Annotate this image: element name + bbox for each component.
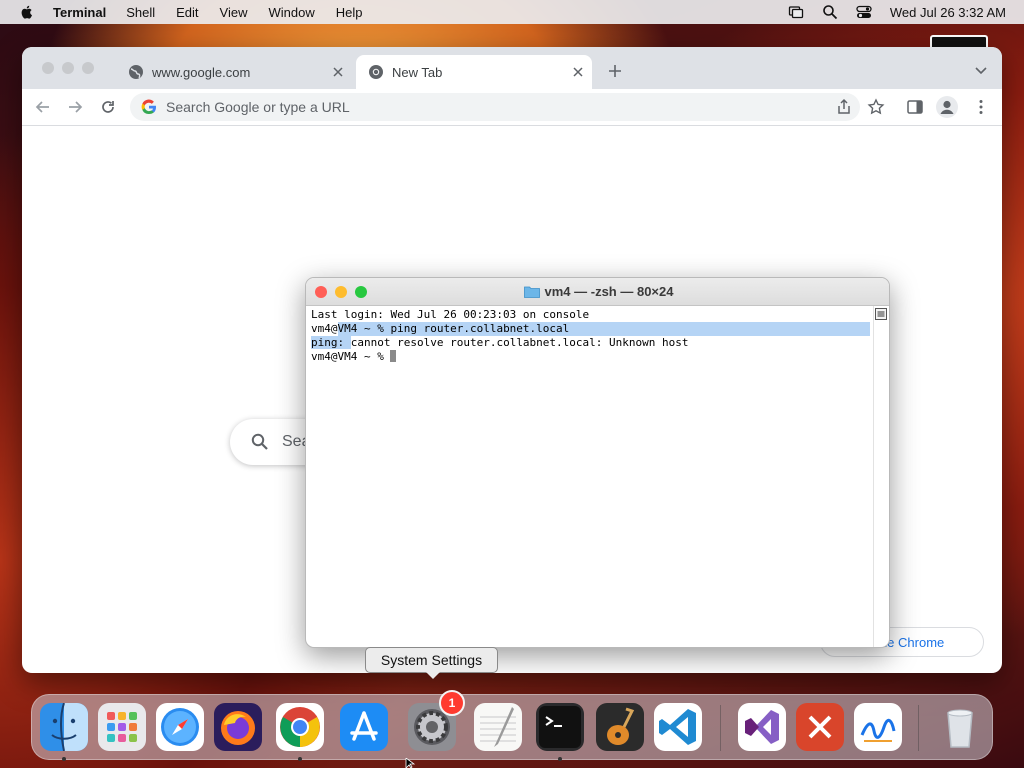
running-indicator: [298, 757, 302, 761]
terminal-text: cannot resolve router.collabnet.local: U…: [350, 336, 689, 349]
mouse-cursor-icon: [405, 758, 415, 768]
menu-bar: Terminal Shell Edit View Window Help Wed…: [0, 0, 1024, 24]
screen-mirroring-icon[interactable]: [788, 4, 804, 20]
google-g-icon: [141, 99, 156, 115]
control-center-icon[interactable]: [856, 4, 872, 20]
terminal-minimize-button[interactable]: [335, 286, 347, 298]
menu-clock[interactable]: Wed Jul 26 3:32 AM: [890, 5, 1006, 20]
folder-icon: [523, 286, 540, 298]
dock-launchpad-icon[interactable]: [98, 703, 146, 751]
back-arrow-icon[interactable]: [34, 98, 52, 116]
tab-label: www.google.com: [152, 64, 251, 80]
profile-avatar[interactable]: [936, 96, 958, 118]
dock-chrome-icon[interactable]: [276, 703, 324, 751]
dock-finder-icon[interactable]: [40, 703, 88, 751]
share-icon[interactable]: [835, 98, 853, 116]
terminal-close-button[interactable]: [315, 286, 327, 298]
terminal-line: ping: cannot resolve router.collabnet.lo…: [311, 336, 871, 350]
menu-help[interactable]: Help: [336, 5, 363, 20]
apple-menu-icon[interactable]: [19, 4, 35, 20]
new-tab-plus-icon[interactable]: [607, 63, 623, 79]
terminal-window-controls: [315, 286, 367, 298]
badge-count: 1: [448, 696, 456, 710]
terminal-title: vm4 — -zsh — 80×24: [544, 284, 674, 299]
reload-icon[interactable]: [99, 98, 117, 116]
forward-arrow-icon[interactable]: [66, 98, 84, 116]
terminal-prompt: vm4@VM4 ~ %: [311, 350, 391, 363]
menu-app-name[interactable]: Terminal: [53, 5, 106, 20]
terminal-zoom-button[interactable]: [355, 286, 367, 298]
profile-person-icon: [940, 100, 954, 114]
terminal-selected-text: VM4 ~ % ping router.collabnet.local: [337, 322, 870, 336]
chrome-favicon-icon: [369, 65, 383, 79]
chrome-menu-kebab-icon[interactable]: [972, 98, 990, 116]
dock-terminal-icon[interactable]: [536, 703, 584, 751]
side-panel-icon[interactable]: [906, 98, 924, 116]
menu-edit[interactable]: Edit: [176, 5, 198, 20]
dock-separator: [720, 705, 721, 751]
omnibox-input[interactable]: [166, 99, 806, 115]
dock-tooltip: System Settings: [365, 647, 498, 679]
tab-search-chevron-icon[interactable]: [974, 65, 988, 75]
bookmark-star-icon[interactable]: [867, 98, 885, 116]
dock-app-store-icon[interactable]: [340, 703, 388, 751]
dock-remote-desktop-icon[interactable]: [796, 703, 844, 751]
dock-safari-icon[interactable]: [156, 703, 204, 751]
menu-view[interactable]: View: [220, 5, 248, 20]
menu-window[interactable]: Window: [269, 5, 315, 20]
dock-firefox-icon[interactable]: [214, 703, 262, 751]
tab-new-tab[interactable]: New Tab: [356, 55, 592, 89]
omnibox[interactable]: [130, 93, 860, 121]
terminal-line: vm4@VM4 ~ % ping router.collabnet.local: [311, 322, 871, 336]
terminal-titlebar[interactable]: vm4 — -zsh — 80×24: [306, 278, 889, 306]
chrome-toolbar: [22, 89, 1002, 126]
terminal-cursor: [390, 350, 397, 362]
notification-badge: 1: [439, 690, 465, 716]
terminal-window: vm4 — -zsh — 80×24 Last login: Wed Jul 2…: [305, 277, 890, 648]
running-indicator: [62, 757, 66, 761]
dock-tooltip-label: System Settings: [380, 652, 483, 668]
chrome-zoom-button[interactable]: [82, 62, 94, 74]
tab-close-icon[interactable]: [330, 64, 346, 80]
terminal-scroll-track[interactable]: [873, 306, 889, 647]
tab-google[interactable]: www.google.com: [116, 55, 352, 89]
dock: [31, 694, 993, 761]
terminal-line: vm4@VM4 ~ %: [311, 350, 871, 364]
dock-vscode-icon[interactable]: [654, 703, 702, 751]
terminal-split-icon[interactable]: [875, 308, 887, 320]
dock-garageband-icon[interactable]: [596, 703, 644, 751]
chrome-minimize-button[interactable]: [62, 62, 74, 74]
terminal-text: vm4@: [311, 322, 338, 335]
dock-visual-studio-icon[interactable]: [738, 703, 786, 751]
terminal-text: Last login: Wed Jul 26 00:23:03 on conso…: [311, 308, 590, 321]
terminal-content[interactable]: Last login: Wed Jul 26 00:23:03 on conso…: [311, 308, 871, 643]
terminal-line: Last login: Wed Jul 26 00:23:03 on conso…: [311, 308, 871, 322]
tab-close-icon[interactable]: [570, 64, 586, 80]
chrome-window-controls: [42, 62, 94, 74]
tab-label: New Tab: [392, 64, 443, 80]
dock-freeform-icon[interactable]: [854, 703, 902, 751]
globe-icon: [129, 65, 143, 79]
terminal-selected-text: ping:: [311, 336, 351, 349]
dock-trash-icon[interactable]: [936, 703, 984, 751]
running-indicator: [558, 757, 562, 761]
dock-textedit-icon[interactable]: [474, 703, 522, 751]
menu-shell[interactable]: Shell: [126, 5, 155, 20]
dock-separator: [918, 705, 919, 751]
chrome-close-button[interactable]: [42, 62, 54, 74]
search-icon: [251, 433, 268, 450]
spotlight-search-icon[interactable]: [822, 4, 838, 20]
tab-strip: www.google.com New Tab: [22, 47, 1002, 89]
